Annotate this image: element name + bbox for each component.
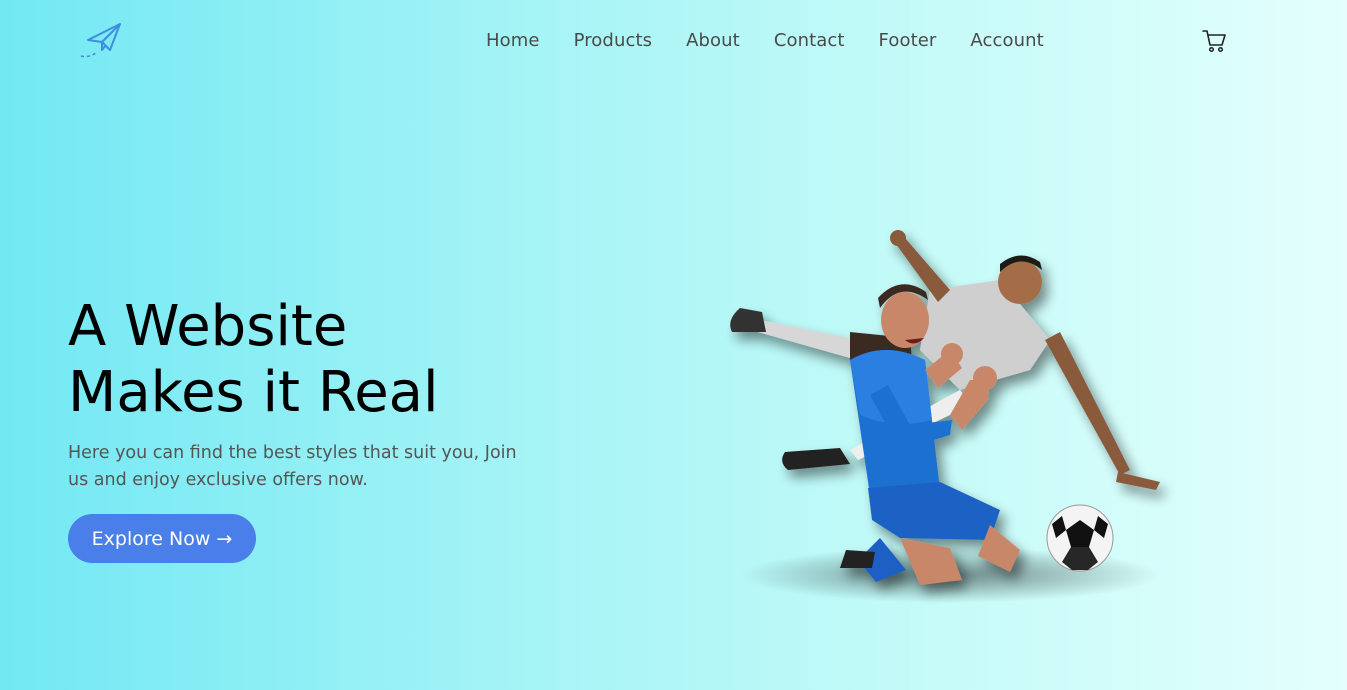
hero-title-line1: A Website bbox=[68, 294, 348, 359]
paper-plane-logo-icon[interactable] bbox=[78, 20, 124, 60]
nav-link-footer[interactable]: Footer bbox=[879, 30, 937, 52]
shopping-cart-icon[interactable] bbox=[1201, 28, 1227, 54]
soccer-players-image bbox=[730, 230, 1160, 603]
nav-link-home[interactable]: Home bbox=[486, 30, 540, 52]
hero-title-line2: Makes it Real bbox=[68, 360, 439, 425]
nav-link-account[interactable]: Account bbox=[970, 30, 1043, 52]
hero-title: A Website Makes it Real bbox=[68, 294, 568, 426]
main-nav: Home Products About Contact Footer Accou… bbox=[486, 30, 1078, 52]
nav-link-products[interactable]: Products bbox=[574, 30, 653, 52]
hero-subtitle: Here you can find the best styles that s… bbox=[68, 443, 517, 490]
nav-link-about[interactable]: About bbox=[686, 30, 740, 52]
soccer-ball-icon bbox=[1046, 504, 1114, 572]
nav-link-contact[interactable]: Contact bbox=[774, 30, 845, 52]
explore-now-button[interactable]: Explore Now → bbox=[68, 514, 256, 563]
hero-section: A Website Makes it Real Here you can fin… bbox=[68, 294, 568, 494]
